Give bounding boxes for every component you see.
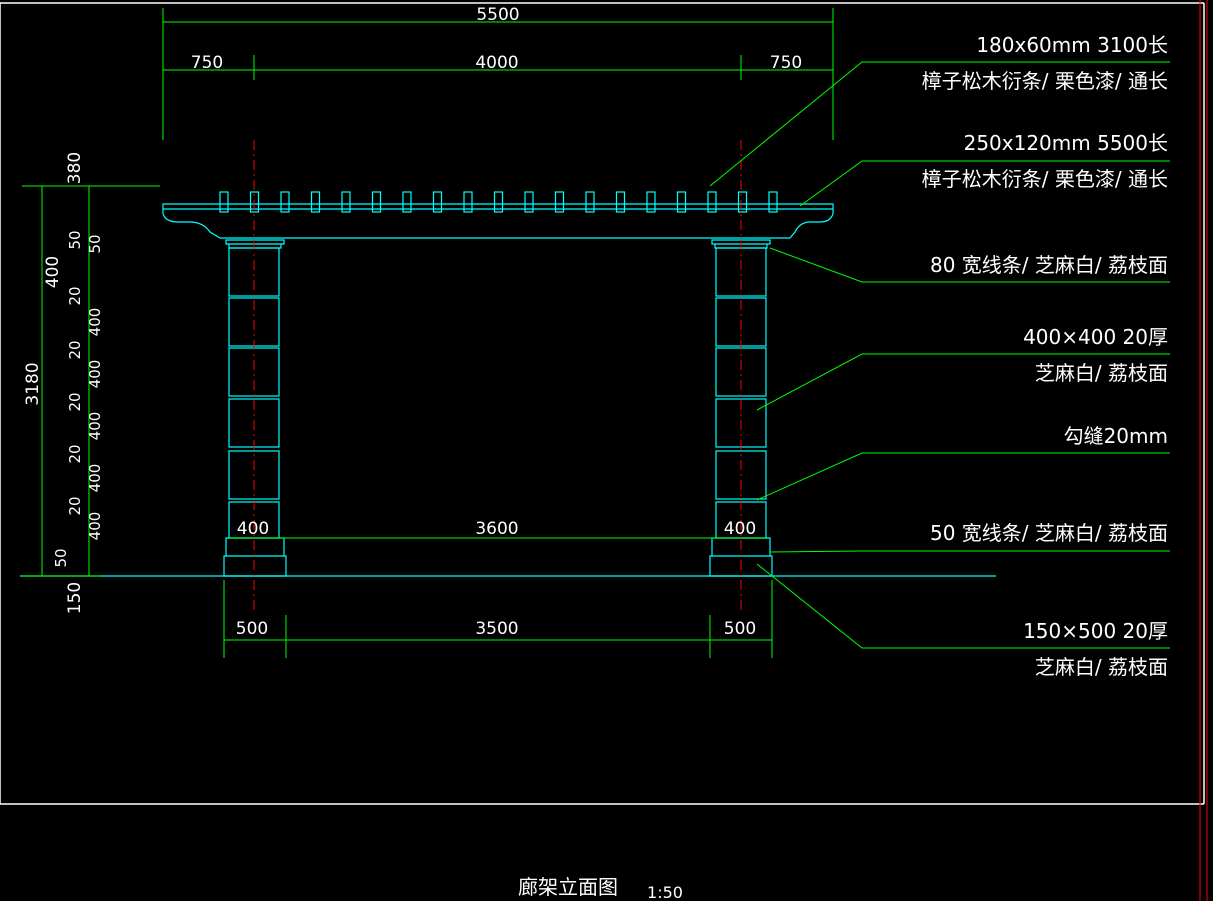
annotation-line2: 芝麻白/ 荔枝面 [1035, 655, 1168, 679]
annotation-line2: 樟子松木衍条/ 栗色漆/ 通长 [922, 69, 1168, 93]
dim-left-total: 3180 [23, 362, 43, 405]
dim-top-overall: 5500 [476, 5, 519, 25]
annotation-line1: 勾缝20mm [1064, 424, 1168, 448]
dim-top-right: 750 [770, 53, 802, 73]
dimension-lines [22, 8, 834, 658]
dim-left-stack-label: 20 [66, 444, 84, 463]
annotations: 180x60mm 3100长樟子松木衍条/ 栗色漆/ 通长 250x120mm 5… [922, 33, 1168, 679]
annotation-line1: 400×400 20厚 [1023, 325, 1168, 349]
dim-inner-left: 400 [237, 519, 269, 539]
dimension-text: 5500 750 4000 750 500 3500 500 400 3600 … [23, 5, 802, 639]
dim-left-stack-label: 20 [66, 496, 84, 515]
dim-bottom-mid: 3500 [475, 619, 518, 639]
centerlines [253, 140, 742, 612]
annotation-line1: 150×500 20厚 [1023, 619, 1168, 643]
dim-left-stack-label: 20 [66, 392, 84, 411]
annotation-line1: 250x120mm 5500长 [964, 131, 1168, 155]
dim-left-stack-label: 50 [66, 230, 84, 249]
annotation-line1: 180x60mm 3100长 [976, 33, 1168, 57]
dim-inner-right: 400 [724, 519, 756, 539]
drawing-title: 廊架立面图 [518, 875, 618, 899]
dim-left-stack-label: 20 [66, 286, 84, 305]
dim-left-stack-label: 50 [86, 234, 104, 253]
dim-left-stack-label: 400 [86, 360, 104, 389]
dim-left-150: 150 [65, 582, 85, 614]
dim-bottom-left: 500 [236, 619, 268, 639]
dim-left-380: 380 [65, 152, 85, 184]
dim-top-left: 750 [191, 53, 223, 73]
dim-left-stack-label: 20 [66, 340, 84, 359]
dim-left-stack-label: 400 [86, 308, 104, 337]
dim-bottom-right: 500 [724, 619, 756, 639]
dim-inner-mid: 3600 [475, 519, 518, 539]
left-column-base [223, 537, 287, 577]
dim-left-stack-label: 400 [86, 512, 104, 541]
dim-left-stack-label: 50 [52, 548, 70, 567]
dim-left-stack-label: 400 [86, 412, 104, 441]
left-column-cap [225, 239, 285, 249]
drawing-scale: 1:50 [647, 883, 683, 901]
elevation-drawing: 5500 750 4000 750 500 3500 500 400 3600 … [0, 0, 1208, 901]
annotation-line1: 80 宽线条/ 芝麻白/ 荔枝面 [930, 253, 1168, 277]
dim-top-mid: 4000 [475, 53, 518, 73]
dim-left-400: 400 [43, 256, 63, 288]
dim-left-stack-label: 400 [86, 464, 104, 493]
annotation-line1: 50 宽线条/ 芝麻白/ 荔枝面 [930, 521, 1168, 545]
annotation-line2: 樟子松木衍条/ 栗色漆/ 通长 [922, 167, 1168, 191]
annotation-line2: 芝麻白/ 荔枝面 [1035, 361, 1168, 385]
